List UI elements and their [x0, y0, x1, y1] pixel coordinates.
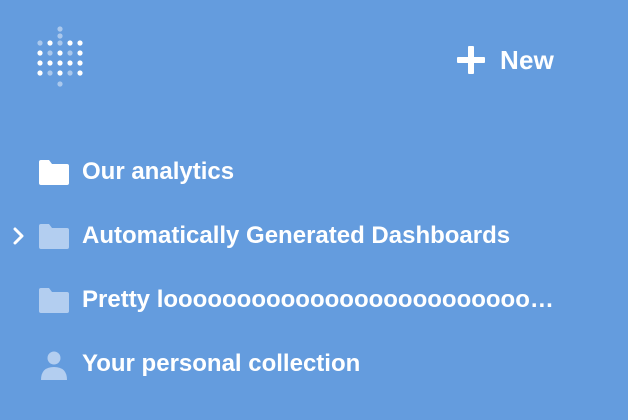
- chevron-right-icon[interactable]: [10, 227, 28, 245]
- plus-icon: [456, 45, 486, 75]
- new-button-label: New: [500, 44, 555, 75]
- folder-icon: [38, 157, 70, 187]
- collection-item-pretty-long[interactable]: Pretty looooooooooooooooooooooooooong …: [0, 278, 628, 322]
- folder-icon: [38, 285, 70, 315]
- metabase-logo-icon[interactable]: [37, 26, 89, 90]
- collection-item-our-analytics[interactable]: Our analytics: [0, 150, 628, 194]
- collection-label: Your personal collection: [82, 350, 361, 377]
- collection-item-automatically-generated-dashboards[interactable]: Automatically Generated Dashboards: [0, 214, 628, 258]
- collection-label: Our analytics: [82, 158, 235, 185]
- folder-icon: [38, 221, 70, 251]
- person-icon: [38, 349, 70, 380]
- top-bar: New: [0, 0, 628, 120]
- collection-label: Automatically Generated Dashboards: [82, 222, 511, 249]
- collection-label: Pretty looooooooooooooooooooooooooong …: [82, 286, 564, 313]
- new-button[interactable]: New: [456, 40, 554, 80]
- collection-item-personal[interactable]: Your personal collection: [0, 342, 628, 386]
